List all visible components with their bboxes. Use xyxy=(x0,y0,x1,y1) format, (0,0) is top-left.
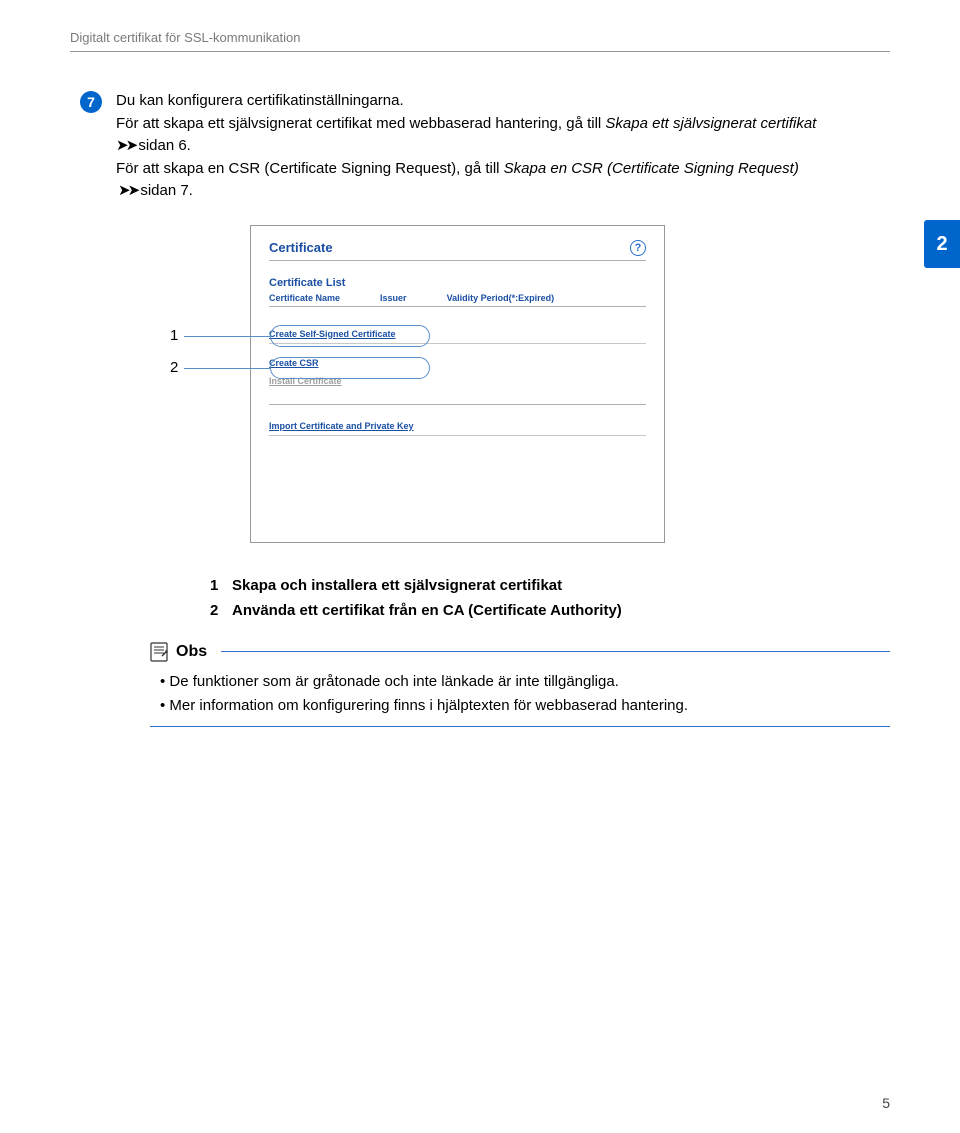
col-certificate-name: Certificate Name xyxy=(269,293,340,303)
certificate-list-heading: Certificate List xyxy=(269,277,646,289)
callout-1-line xyxy=(184,336,270,337)
col-issuer: Issuer xyxy=(380,293,407,303)
note-label: Obs xyxy=(176,643,207,661)
step-line-3: För att skapa en CSR (Certificate Signin… xyxy=(116,158,836,203)
certificate-table-header: Certificate Name Issuer Validity Period(… xyxy=(269,293,646,307)
step-7: 7 Du kan konfigurera certifikatinställni… xyxy=(80,90,890,203)
note-icon xyxy=(150,642,168,662)
note-item-1: De funktioner som är gråtonade och inte … xyxy=(160,670,890,694)
callout-1-label: 1 xyxy=(170,327,178,344)
step-line-2: För att skapa ett självsignerat certifik… xyxy=(116,113,836,158)
panel-divider xyxy=(269,404,646,405)
note-top-rule xyxy=(221,651,890,652)
callout-2-circle xyxy=(270,357,430,379)
certificate-screenshot: 1 2 Certificate ? Certificate List Certi… xyxy=(140,225,890,543)
step-body: Du kan konfigurera certifikatinställning… xyxy=(116,90,836,203)
step-number-badge: 7 xyxy=(80,91,102,113)
note-bottom-rule xyxy=(150,726,890,727)
panel-title: Certificate xyxy=(269,240,333,255)
legend-item-1: 1 Skapa och installera ett självsignerat… xyxy=(210,573,890,599)
callout-2-line xyxy=(184,368,270,369)
callout-1-circle xyxy=(270,325,430,347)
callout-2-label: 2 xyxy=(170,359,178,376)
note-box: Obs De funktioner som är gråtonade och i… xyxy=(150,642,890,727)
arrow-icon: ➤➤ xyxy=(118,182,138,199)
legend: 1 Skapa och installera ett självsignerat… xyxy=(210,573,890,624)
chapter-tab: 2 xyxy=(924,220,960,268)
arrow-icon: ➤➤ xyxy=(116,137,136,154)
step-line-1: Du kan konfigurera certifikatinställning… xyxy=(116,90,836,113)
import-certificate-link[interactable]: Import Certificate and Private Key xyxy=(269,421,414,431)
note-item-2: Mer information om konfigurering finns i… xyxy=(160,694,890,718)
certificate-panel: Certificate ? Certificate List Certifica… xyxy=(250,225,665,543)
page-number: 5 xyxy=(882,1095,890,1111)
legend-item-2: 2 Använda ett certifikat från en CA (Cer… xyxy=(210,598,890,624)
page-header: Digitalt certifikat för SSL-kommunikatio… xyxy=(70,30,890,45)
col-validity: Validity Period(*:Expired) xyxy=(447,293,555,303)
help-icon[interactable]: ? xyxy=(630,240,646,256)
header-rule xyxy=(70,51,890,52)
